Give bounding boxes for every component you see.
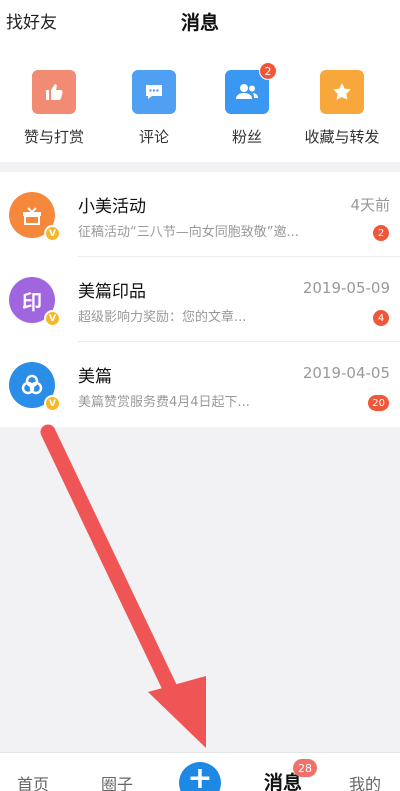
list-item[interactable]: 印 V 美篇印品 2019-05-09 超级影响力奖励：您的文章... 4 <box>0 257 400 342</box>
top-bar: 找好友 消息 <box>0 0 400 44</box>
quick-label: 收藏与转发 <box>304 128 380 146</box>
fans-icon: 2 <box>225 62 277 114</box>
fans-count-badge: 2 <box>259 62 277 80</box>
avatar: 印 V <box>9 277 61 327</box>
message-preview: 超级影响力奖励：您的文章... <box>78 310 247 325</box>
unread-count-badge: 2 <box>373 225 389 241</box>
quick-likes-rewards[interactable]: 赞与打赏 <box>4 70 104 147</box>
plus-icon: + <box>187 761 213 791</box>
quick-label: 粉丝 <box>231 128 262 146</box>
avatar-text: 印 <box>22 289 42 314</box>
quick-fans[interactable]: 2 粉丝 <box>197 62 297 147</box>
list-item[interactable]: V 小美活动 4天前 征稿活动“三八节—向女同胞致敬”邀... 2 <box>0 172 400 257</box>
sender-name: 小美活动 <box>78 197 146 217</box>
comment-icon <box>132 70 176 114</box>
message-preview: 征稿活动“三八节—向女同胞致敬”邀... <box>78 225 299 240</box>
sender-name: 美篇印品 <box>78 282 146 302</box>
meipian-logo-icon <box>21 374 43 395</box>
message-time: 4天前 <box>350 196 390 214</box>
tab-home[interactable]: 首页 <box>17 771 49 791</box>
unread-count-badge: 20 <box>368 395 389 411</box>
tab-mine[interactable]: 我的 <box>349 771 381 791</box>
star-icon <box>320 70 364 114</box>
quick-label: 赞与打赏 <box>23 128 84 146</box>
quick-favorites-shares[interactable]: 收藏与转发 <box>292 70 392 147</box>
verified-badge: V <box>44 395 61 412</box>
messages-tab-badge: 28 <box>293 759 317 777</box>
thumbs-up-icon <box>32 70 76 114</box>
quick-comments[interactable]: 评论 <box>104 70 204 147</box>
page-title: 消息 <box>180 12 219 34</box>
verified-badge: V <box>44 310 61 327</box>
gift-icon <box>23 207 41 225</box>
avatar: V <box>9 362 61 412</box>
avatar: V <box>9 192 61 242</box>
quick-label: 评论 <box>138 128 169 146</box>
message-preview: 美篇赞赏服务费4月4日起下... <box>78 395 250 410</box>
message-time: 2019-05-09 <box>302 279 390 297</box>
quick-actions: 赞与打赏 评论 2 粉丝 收藏与转发 <box>0 44 400 162</box>
sender-name: 美篇 <box>78 367 112 387</box>
unread-count-badge: 4 <box>373 310 389 326</box>
message-list: V 小美活动 4天前 征稿活动“三八节—向女同胞致敬”邀... 2 印 V 美篇… <box>0 172 400 427</box>
message-time: 2019-04-05 <box>302 364 390 382</box>
verified-badge: V <box>44 225 61 242</box>
list-item[interactable]: V 美篇 2019-04-05 美篇赞赏服务费4月4日起下... 20 <box>0 342 400 427</box>
tab-circle[interactable]: 圈子 <box>101 771 133 791</box>
